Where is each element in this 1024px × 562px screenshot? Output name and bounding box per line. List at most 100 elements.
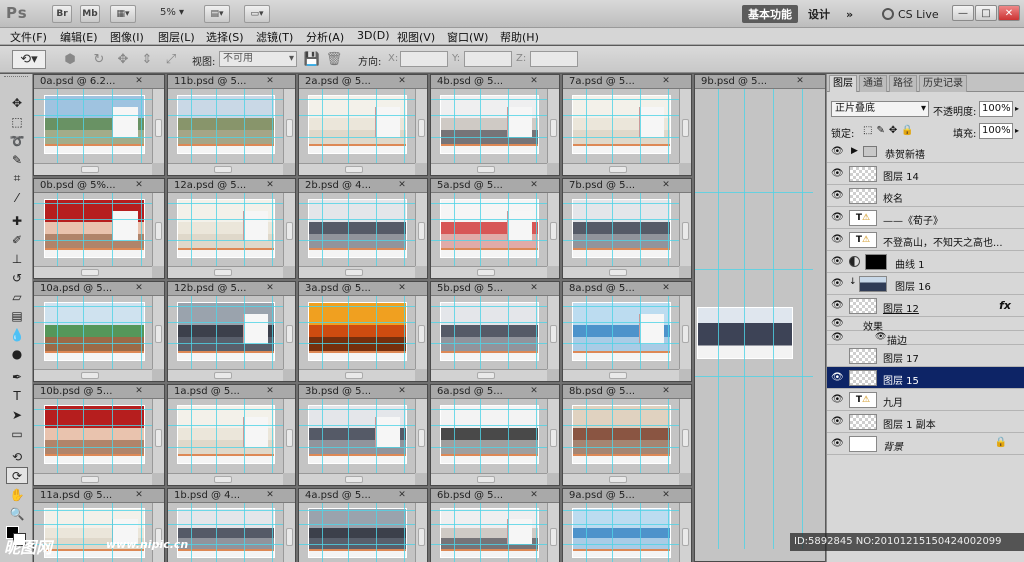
opacity-input[interactable]: 100% [979, 101, 1013, 117]
close-icon[interactable]: ✕ [397, 283, 407, 294]
close-icon[interactable]: ✕ [529, 490, 539, 501]
vertical-scrollbar[interactable] [547, 399, 559, 473]
marquee-tool-icon[interactable]: ⬚ [6, 113, 28, 130]
type-tool-icon[interactable]: T [6, 387, 28, 404]
crop-tool-icon[interactable]: ⌗ [6, 170, 28, 187]
horizontal-scrollbar[interactable] [299, 163, 415, 175]
vertical-scrollbar[interactable] [152, 399, 164, 473]
close-icon[interactable]: ✕ [134, 283, 144, 294]
history-brush-tool-icon[interactable]: ↺ [6, 269, 28, 286]
scroll-thumb[interactable] [345, 269, 364, 276]
document-canvas[interactable] [431, 399, 547, 473]
eye-icon[interactable]: 👁 [831, 212, 844, 224]
menu-item-4[interactable]: 选择(S) [206, 29, 244, 45]
scroll-thumb[interactable] [418, 325, 425, 344]
workspace-design[interactable]: 设计 [802, 5, 836, 23]
document-tab[interactable]: 0b.psd @ 5%... ✕ [34, 179, 164, 193]
horizontal-scrollbar[interactable] [168, 266, 283, 278]
document-tab[interactable]: 12a.psd @ 5... ✕ [168, 179, 295, 193]
scroll-thumb[interactable] [418, 118, 425, 137]
vertical-scrollbar[interactable] [152, 296, 164, 369]
3d-roll-icon[interactable]: ↻ [88, 50, 110, 69]
eyedropper-tool-icon[interactable]: ⁄ [6, 189, 28, 206]
document-canvas[interactable] [34, 399, 152, 473]
close-icon[interactable]: ✕ [134, 386, 144, 397]
document-canvas[interactable] [168, 89, 283, 163]
scroll-thumb[interactable] [477, 372, 496, 379]
eye-icon[interactable]: 👁 [831, 416, 844, 428]
scroll-thumb[interactable] [682, 428, 689, 447]
document-window[interactable]: 12b.psd @ 5... ✕ [167, 281, 296, 382]
scroll-thumb[interactable] [286, 527, 293, 546]
scroll-thumb[interactable] [682, 527, 689, 546]
document-window[interactable]: 6b.psd @ 5... ✕ [430, 488, 560, 562]
close-icon[interactable]: ✕ [134, 76, 144, 87]
document-window[interactable]: 9b.psd @ 5... ✕ [694, 74, 825, 562]
document-canvas[interactable] [431, 89, 547, 163]
horizontal-scrollbar[interactable] [563, 163, 679, 175]
blur-tool-icon[interactable]: 💧 [6, 326, 28, 343]
layer-row[interactable]: 👁 校名 [827, 185, 1024, 207]
eye-icon[interactable]: 👁 [831, 318, 844, 330]
close-icon[interactable]: ✕ [134, 180, 144, 191]
eye-icon[interactable]: 👁 [831, 394, 844, 406]
document-tab[interactable]: 3b.psd @ 5... ✕ [299, 385, 427, 399]
brush-tool-icon[interactable]: ✐ [6, 231, 28, 248]
menu-item-1[interactable]: 编辑(E) [60, 29, 98, 45]
scroll-thumb[interactable] [286, 222, 293, 241]
vertical-scrollbar[interactable] [679, 193, 691, 266]
document-tab[interactable]: 11b.psd @ 5... ✕ [168, 75, 295, 89]
scroll-thumb[interactable] [477, 269, 496, 276]
minimize-button[interactable]: — [952, 5, 974, 21]
horizontal-scrollbar[interactable] [299, 266, 415, 278]
document-tab[interactable]: 0a.psd @ 6.2... ✕ [34, 75, 164, 89]
x-input[interactable] [400, 51, 448, 67]
3d-scale-icon[interactable]: ⤢ [160, 50, 182, 69]
lock-transparent-icon[interactable]: ⬚ [863, 125, 876, 136]
quick-selection-tool-icon[interactable]: ✎ [6, 151, 28, 168]
horizontal-scrollbar[interactable] [34, 473, 152, 485]
scroll-thumb[interactable] [609, 269, 628, 276]
menu-item-6[interactable]: 分析(A) [306, 29, 344, 45]
3d-rotate-tool-icon[interactable]: ⟲ [6, 448, 28, 465]
close-icon[interactable]: ✕ [795, 76, 805, 87]
screen-mode-button[interactable]: ▭▾ [244, 5, 270, 23]
close-icon[interactable]: ✕ [134, 490, 144, 501]
eye-icon[interactable]: 👁 [875, 332, 886, 342]
document-canvas[interactable] [563, 503, 679, 562]
scroll-thumb[interactable] [609, 372, 628, 379]
menu-item-0[interactable]: 文件(F) [10, 29, 47, 45]
horizontal-scrollbar[interactable] [431, 266, 547, 278]
document-canvas[interactable] [34, 296, 152, 369]
close-icon[interactable]: ✕ [529, 283, 539, 294]
opacity-slider-arrow-icon[interactable]: ▸ [1015, 101, 1023, 117]
menu-item-8[interactable]: 视图(V) [397, 29, 435, 45]
document-window[interactable]: 10a.psd @ 5... ✕ [33, 281, 165, 382]
document-window[interactable]: 7b.psd @ 5... ✕ [562, 178, 692, 279]
vertical-scrollbar[interactable] [547, 296, 559, 369]
scroll-thumb[interactable] [286, 325, 293, 344]
toolbox-grip[interactable] [4, 76, 28, 80]
zoom-level-dropdown[interactable]: 5% ▾ [160, 7, 184, 18]
menu-item-5[interactable]: 滤镜(T) [256, 29, 293, 45]
horizontal-scrollbar[interactable] [431, 473, 547, 485]
vertical-scrollbar[interactable] [152, 503, 164, 562]
document-tab[interactable]: 11a.psd @ 5... ✕ [34, 489, 164, 503]
scroll-thumb[interactable] [550, 118, 557, 137]
document-window[interactable]: 8a.psd @ 5... ✕ [562, 281, 692, 382]
layer-row[interactable]: 👁 图层 14 [827, 163, 1024, 185]
shape-tool-icon[interactable]: ▭ [6, 425, 28, 442]
document-window[interactable]: 2a.psd @ 5... ✕ [298, 74, 428, 176]
more-workspaces-button[interactable]: » [840, 5, 859, 23]
close-button[interactable]: ✕ [998, 5, 1020, 21]
layer-row[interactable]: 👁 ↓ 图层 16 [827, 273, 1024, 295]
eye-icon[interactable]: 👁 [831, 372, 844, 384]
lock-all-icon[interactable]: 🔒 [901, 125, 917, 136]
document-tab[interactable]: 7a.psd @ 5... ✕ [563, 75, 691, 89]
document-tab[interactable]: 9b.psd @ 5... ✕ [695, 75, 825, 89]
document-tab[interactable]: 9a.psd @ 5... ✕ [563, 489, 691, 503]
close-icon[interactable]: ✕ [397, 76, 407, 87]
zoom-tool-icon[interactable]: 🔍 [6, 505, 28, 522]
layer-row[interactable]: 👁 图层 15 [827, 367, 1024, 389]
document-window[interactable]: 8b.psd @ 5... ✕ [562, 384, 692, 486]
